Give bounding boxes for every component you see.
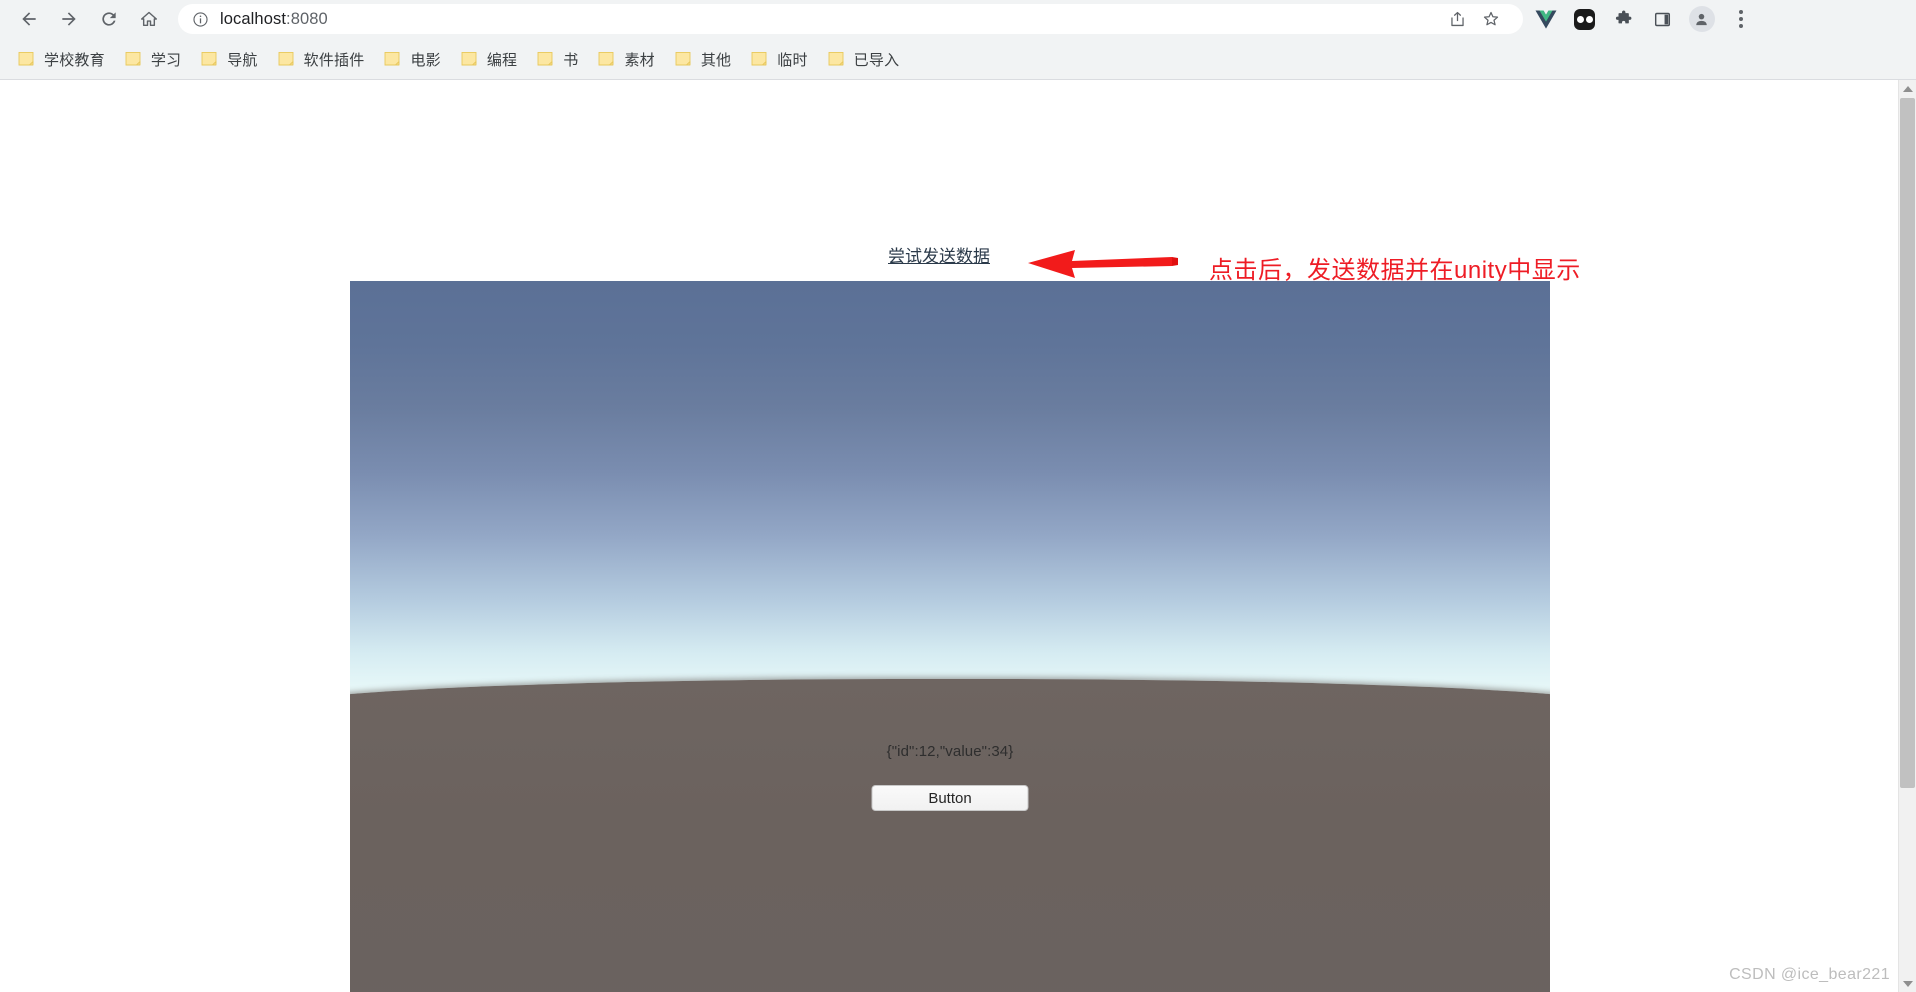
bookmark-item[interactable]: 软件插件 [273,45,373,73]
folder-icon [277,51,295,67]
bookmark-label: 素材 [624,51,655,69]
send-data-link[interactable]: 尝试发送数据 [888,242,990,267]
share-icon [1451,11,1464,26]
bookmark-label: 临时 [777,51,808,69]
dark-reader-icon [1574,8,1595,30]
vertical-scrollbar[interactable] [1898,80,1916,992]
side-panel-icon [1654,12,1671,26]
bookmarks-bar: 学校教育 学习 导航 软件插件 电影 编程 书 素材 其他 临时 已导入 [0,38,1916,80]
bookmark-label: 电影 [410,51,441,69]
home-button[interactable] [132,2,166,36]
address-bar-text: localhost:8080 [220,10,328,29]
bookmark-item[interactable]: 电影 [379,45,448,73]
omnibox-actions [1441,4,1507,34]
folder-icon [827,51,845,67]
bookmark-label: 软件插件 [303,51,365,69]
bookmark-item[interactable]: 素材 [593,45,662,73]
folder-icon [750,51,768,67]
bookmark-label: 学校教育 [44,51,105,69]
bookmark-item[interactable]: 其他 [670,45,739,73]
horizontal-annotation-arrow [1028,250,1178,278]
bookmark-label: 编程 [486,51,518,69]
share-button[interactable] [1441,3,1474,36]
unity-button[interactable]: Button [871,785,1029,811]
annotation-label: 点击后，发送数据并在unity中显示 [1209,257,1581,284]
unity-webgl-canvas[interactable]: {"id":12,"value":34} Button [350,281,1550,992]
folder-icon [200,51,218,67]
folder-icon [460,51,478,67]
back-button[interactable] [12,2,46,36]
vue-devtools-extension-button[interactable] [1529,3,1562,36]
page-viewport: 尝试发送数据 点击后，发送数据并在unity中显示 {"id":12,"valu… [0,80,1916,992]
bookmark-label: 其他 [700,51,732,69]
person-icon [1696,13,1707,25]
reload-button[interactable] [92,2,126,36]
folder-icon [674,51,692,67]
chevron-down-icon [1902,980,1913,987]
bookmark-item[interactable]: 书 [532,45,586,73]
folder-icon [536,51,554,67]
browser-chrome: localhost:8080 学校教育 学习 导航 软件插件 电影 编程 书 素… [0,0,1916,80]
kebab-dot-1 [1738,10,1743,14]
vue-logo-icon [1535,10,1556,29]
csdn-watermark: CSDN @ice_bear221 [1729,966,1890,983]
bookmark-label: 学习 [150,51,182,69]
kebab-dot-2 [1738,17,1743,21]
browser-toolbar: localhost:8080 [0,0,1916,38]
chrome-menu-button[interactable] [1724,3,1757,36]
side-panel-button[interactable] [1646,3,1679,36]
site-info-icon[interactable] [192,11,209,28]
star-icon [1483,11,1498,26]
bookmark-label: 书 [563,51,579,69]
address-port: :8080 [286,9,328,28]
unity-ground [350,679,1550,992]
kebab-dot-3 [1738,24,1743,28]
scrollbar-thumb[interactable] [1900,98,1915,788]
bookmark-item[interactable]: 编程 [456,45,525,73]
bookmark-item[interactable]: 临时 [746,45,815,73]
forward-button[interactable] [52,2,86,36]
bookmark-item[interactable]: 已导入 [823,45,908,73]
home-icon [140,11,158,27]
scrollbar-up-button[interactable] [1899,80,1916,97]
forward-arrow-icon [62,12,76,26]
profile-button[interactable] [1685,3,1718,36]
scrollbar-down-button[interactable] [1899,975,1916,992]
bookmark-label: 导航 [227,51,258,69]
dark-reader-dot-right [1585,15,1593,23]
kebab-menu-icon [1738,10,1743,28]
avatar [1688,6,1715,32]
folder-icon [597,51,615,67]
address-bar[interactable]: localhost:8080 [178,4,1523,34]
bookmark-item[interactable]: 学校教育 [13,45,113,73]
folder-icon [124,51,142,67]
extensions-button[interactable] [1607,3,1640,36]
folder-icon [17,51,35,67]
address-host: localhost [220,9,287,28]
unity-received-data-text: {"id":12,"value":34} [886,743,1014,760]
puzzle-piece-icon [1615,10,1631,24]
bookmark-item[interactable]: 学习 [120,45,189,73]
back-arrow-icon [22,12,36,26]
bookmark-item[interactable]: 导航 [196,45,265,73]
chevron-up-icon [1902,85,1913,92]
bookmark-label: 已导入 [853,51,900,69]
dark-reader-extension-button[interactable] [1568,3,1601,36]
bookmark-star-button[interactable] [1474,3,1507,36]
folder-icon [383,51,401,67]
dark-reader-dot-left [1576,15,1584,23]
reload-icon [102,12,116,26]
unity-sky [350,281,1550,737]
